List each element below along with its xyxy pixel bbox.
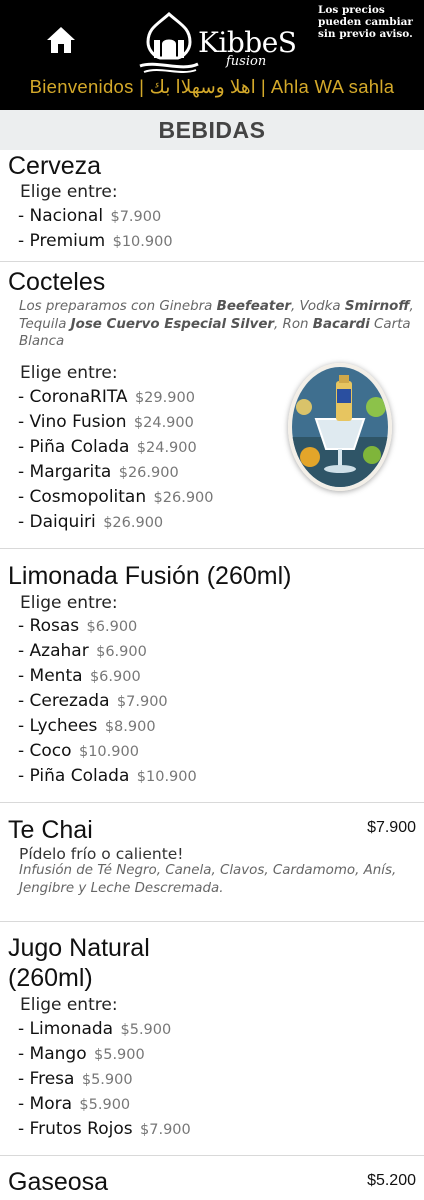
item-list: - Limonada $5.900 - Mango $5.900 - Fresa…: [18, 1017, 191, 1142]
list-item[interactable]: - Piña Colada $10.900: [18, 764, 197, 789]
mosque-logo-icon: [139, 11, 199, 73]
top-header: KibbeS fusion Los precios pueden cambiar…: [0, 0, 424, 110]
list-item[interactable]: - Limonada $5.900: [18, 1017, 191, 1042]
menu-section-jugo-natural: Jugo Natural (260ml) Elige entre: - Limo…: [0, 922, 424, 1156]
price-notice: Los precios pueden cambiar sin previo av…: [318, 4, 413, 40]
list-item[interactable]: - Menta $6.900: [18, 664, 197, 689]
list-item[interactable]: - Coco $10.900: [18, 739, 197, 764]
list-item[interactable]: - Lychees $8.900: [18, 714, 197, 739]
list-item[interactable]: - Nacional $7.900: [18, 204, 173, 229]
section-title: Limonada Fusión (260ml): [8, 562, 292, 590]
section-title: Gaseosa: [8, 1168, 109, 1196]
list-item[interactable]: - Mora $5.900: [18, 1092, 191, 1117]
list-item[interactable]: - Azahar $6.900: [18, 639, 197, 664]
cocktail-photo[interactable]: [288, 363, 392, 491]
logo-subtitle: fusion: [226, 54, 267, 69]
list-item[interactable]: - Vino Fusion $24.900: [18, 410, 214, 435]
home-button[interactable]: [44, 24, 78, 56]
item-price: $7.900: [367, 819, 416, 836]
list-item[interactable]: - Frutos Rojos $7.900: [18, 1117, 191, 1142]
section-title: Jugo Natural: [8, 934, 150, 962]
item-list: - CoronaRITA $29.900 - Vino Fusion $24.9…: [18, 385, 214, 535]
section-title: Te Chai: [8, 816, 93, 844]
choose-label: Elige entre:: [20, 182, 118, 202]
list-item[interactable]: - Rosas $6.900: [18, 614, 197, 639]
category-title: BEBIDAS: [158, 117, 266, 143]
list-item[interactable]: - Margarita $26.900: [18, 460, 214, 485]
list-item[interactable]: - Cosmopolitan $26.900: [18, 485, 214, 510]
menu-section-te-chai[interactable]: Te Chai $7.900 Pídelo frío o caliente! I…: [0, 803, 424, 922]
cocktail-photo-image: [292, 367, 388, 487]
list-item[interactable]: - Daiquiri $26.900: [18, 510, 214, 535]
choose-label: Elige entre:: [20, 995, 118, 1015]
menu-section-gaseosa[interactable]: Gaseosa $5.200: [0, 1156, 424, 1200]
item-description: Infusión de Té Negro, Canela, Clavos, Ca…: [19, 863, 397, 896]
choose-label: Elige entre:: [20, 593, 118, 613]
item-list: - Rosas $6.900 - Azahar $6.900 - Menta $…: [18, 614, 197, 789]
category-bar: BEBIDAS: [0, 110, 424, 150]
item-list: - Nacional $7.900 - Premium $10.900: [18, 204, 173, 254]
list-item[interactable]: - Mango $5.900: [18, 1042, 191, 1067]
welcome-banner: Bienvenidos | اهلا وسهلاا بك | Ahla WA s…: [29, 76, 395, 97]
section-title-size: (260ml): [8, 964, 93, 992]
list-item[interactable]: - CoronaRITA $29.900: [18, 385, 214, 410]
item-note: Pídelo frío o caliente!: [19, 845, 184, 863]
list-item[interactable]: - Piña Colada $24.900: [18, 435, 214, 460]
menu-section-cerveza: Cerveza Elige entre: - Nacional $7.900 -…: [0, 150, 424, 262]
list-item[interactable]: - Premium $10.900: [18, 229, 173, 254]
item-price: $5.200: [367, 1172, 416, 1189]
brand-logo[interactable]: KibbeS fusion: [132, 10, 302, 76]
menu-section-limonada: Limonada Fusión (260ml) Elige entre: - R…: [0, 549, 424, 803]
section-title: Cocteles: [8, 268, 106, 296]
list-item[interactable]: - Fresa $5.900: [18, 1067, 191, 1092]
section-description: Los preparamos con Ginebra Beefeater, Vo…: [19, 299, 414, 349]
section-title: Cerveza: [8, 152, 102, 180]
choose-label: Elige entre:: [20, 363, 118, 383]
list-item[interactable]: - Cerezada $7.900: [18, 689, 197, 714]
home-icon: [47, 27, 75, 53]
